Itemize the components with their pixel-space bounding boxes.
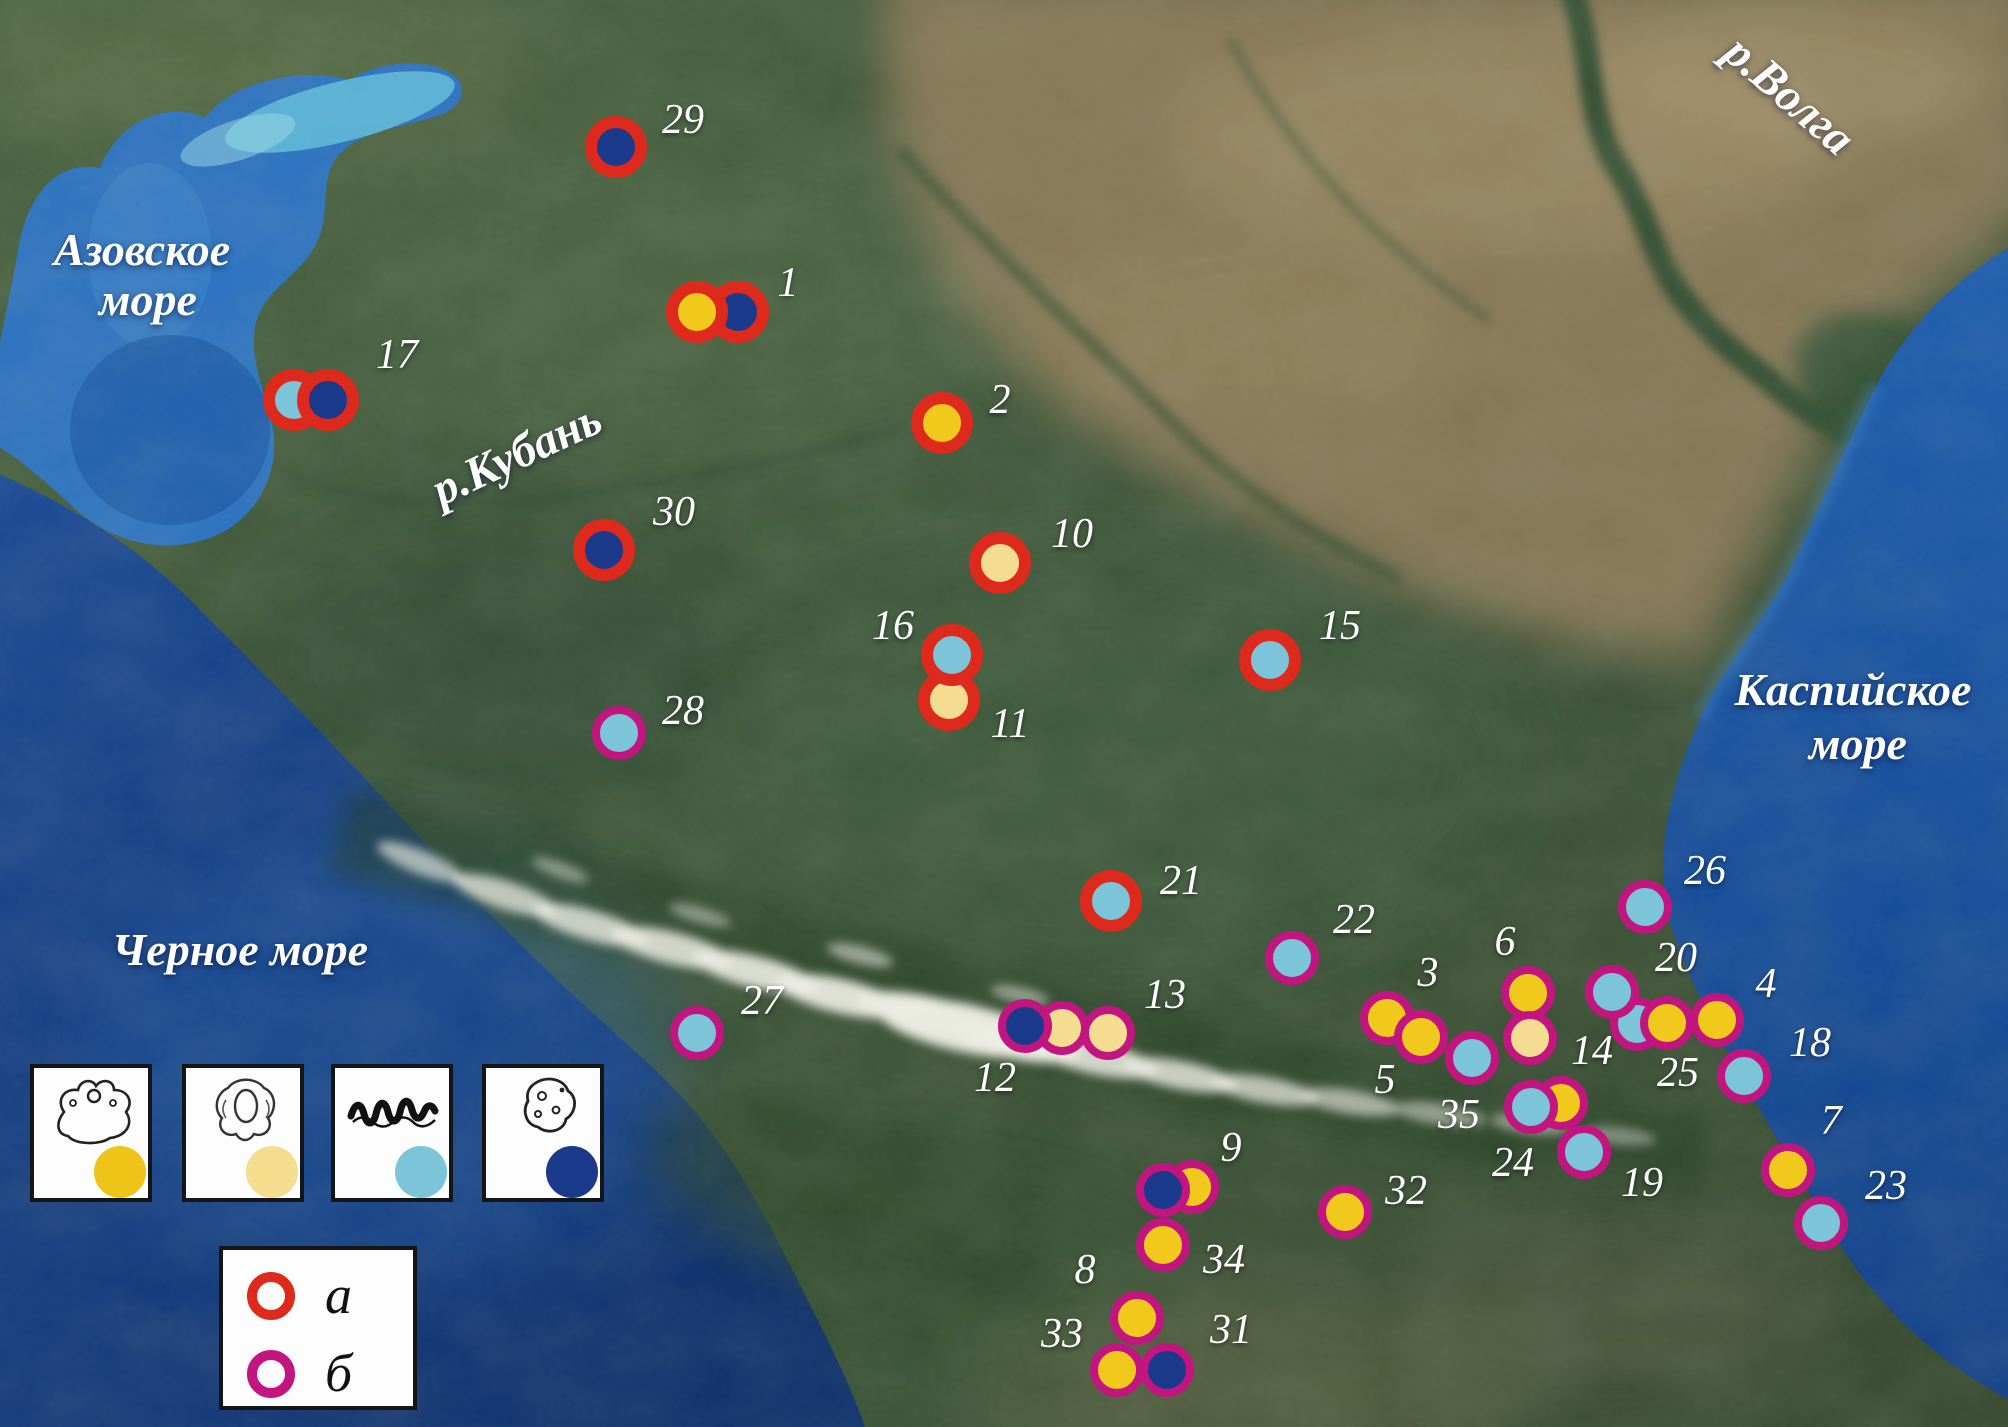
- site-23-marker-blue[interactable]: [1794, 1196, 1848, 1250]
- site-16-marker-blue[interactable]: [921, 624, 983, 686]
- legend-ring-b: [247, 1350, 295, 1398]
- site-26-number-label: 26: [1684, 850, 1726, 892]
- site-5-marker-gold[interactable]: [1394, 1010, 1448, 1064]
- site-19-number-label: 19: [1621, 1162, 1663, 1204]
- legend-box-gold: [30, 1064, 152, 1202]
- site-8-marker-gold[interactable]: [1110, 1291, 1164, 1345]
- site-9-marker-navy[interactable]: [1136, 1163, 1190, 1217]
- site-31-number-label: 31: [1210, 1309, 1252, 1351]
- caucasus-sites-map: Азовскоеморер.Кубаньр.ВолгаЧерное мореКа…: [0, 0, 2008, 1427]
- site-4-number-label: 4: [1756, 963, 1777, 1005]
- site-18-marker-blue[interactable]: [1717, 1049, 1771, 1103]
- site-18-number-label: 18: [1789, 1022, 1831, 1064]
- legend-box-navy: [482, 1064, 604, 1202]
- site-1-marker-gold[interactable]: [666, 281, 728, 343]
- legend-circle-pale-yellow: [246, 1146, 298, 1198]
- site-20-marker-blue[interactable]: [1585, 965, 1639, 1019]
- site-10-number-label: 10: [1051, 513, 1093, 555]
- vertebra-sketch: [192, 1072, 300, 1146]
- legend-ring-a: [247, 1272, 295, 1320]
- molar-tooth-sketch: [40, 1072, 148, 1146]
- site-26-marker-blue[interactable]: [1618, 880, 1672, 934]
- site-22-marker-blue[interactable]: [1265, 931, 1319, 985]
- site-29-marker-navy[interactable]: [585, 116, 647, 178]
- site-22-number-label: 22: [1333, 899, 1375, 941]
- site-33-marker-gold[interactable]: [1090, 1343, 1144, 1397]
- site-28-number-label: 28: [662, 690, 704, 732]
- site-12-marker-navy[interactable]: [998, 999, 1052, 1053]
- site-25-marker-gold[interactable]: [1640, 996, 1694, 1050]
- site-4-marker-gold[interactable]: [1690, 993, 1744, 1047]
- site-35-marker-blue[interactable]: [1445, 1031, 1499, 1085]
- site-15-number-label: 15: [1319, 605, 1361, 647]
- site-2-marker-gold[interactable]: [911, 392, 973, 454]
- site-10-marker-pale[interactable]: [969, 532, 1031, 594]
- site-7-number-label: 7: [1821, 1100, 1842, 1142]
- legend-circle-gold: [94, 1146, 146, 1198]
- legend-box-light-blue: [331, 1064, 453, 1202]
- site-30-number-label: 30: [653, 491, 695, 533]
- site-27-marker-blue[interactable]: [670, 1006, 724, 1060]
- site-17-number-label: 17: [376, 334, 418, 376]
- site-30-marker-navy[interactable]: [573, 519, 635, 581]
- site-14-number-label: 14: [1571, 1030, 1613, 1072]
- site-20-number-label: 20: [1655, 937, 1697, 979]
- site-25-number-label: 25: [1657, 1052, 1699, 1094]
- site-15-marker-blue[interactable]: [1239, 629, 1301, 691]
- site-32-marker-gold[interactable]: [1318, 1185, 1372, 1239]
- site-27-number-label: 27: [741, 980, 783, 1022]
- site-34-number-label: 34: [1203, 1239, 1245, 1281]
- site-24-number-label: 24: [1492, 1142, 1534, 1184]
- site-2-number-label: 2: [990, 379, 1011, 421]
- site-35-number-label: 35: [1438, 1094, 1480, 1136]
- tooth-row-sketch: [341, 1072, 449, 1146]
- legend-box-pale-yellow: [182, 1064, 304, 1202]
- bone-fragment-sketch: [492, 1072, 600, 1146]
- site-28-marker-blue[interactable]: [592, 706, 646, 760]
- site-32-number-label: 32: [1385, 1170, 1427, 1212]
- site-13-marker-pale[interactable]: [1081, 1006, 1135, 1060]
- site-33-number-label: 33: [1041, 1313, 1083, 1355]
- legend-ring-b-label: б: [325, 1346, 352, 1400]
- site-7-marker-gold[interactable]: [1761, 1143, 1815, 1197]
- site-19-marker-blue[interactable]: [1557, 1125, 1611, 1179]
- legend-circle-navy: [546, 1146, 598, 1198]
- site-11-number-label: 11: [991, 703, 1030, 745]
- site-17-marker-navy[interactable]: [297, 369, 359, 431]
- site-31-marker-navy[interactable]: [1140, 1343, 1194, 1397]
- site-9-number-label: 9: [1221, 1127, 1242, 1169]
- site-13-number-label: 13: [1144, 974, 1186, 1016]
- site-34-marker-gold[interactable]: [1136, 1218, 1190, 1272]
- site-16-number-label: 16: [872, 605, 914, 647]
- site-8-number-label: 8: [1075, 1249, 1096, 1291]
- legend-ring-box: а б: [219, 1246, 417, 1410]
- site-12-number-label: 12: [974, 1057, 1016, 1099]
- site-markers-layer: 2911723010111615212827221213353561424192…: [0, 0, 2008, 1427]
- site-24-marker-blue[interactable]: [1504, 1080, 1558, 1134]
- site-14-marker-pale[interactable]: [1503, 1011, 1557, 1065]
- site-1-number-label: 1: [778, 262, 799, 304]
- site-21-number-label: 21: [1160, 860, 1202, 902]
- site-6-number-label: 6: [1495, 921, 1516, 963]
- site-3-number-label: 3: [1418, 952, 1439, 994]
- site-21-marker-blue[interactable]: [1080, 870, 1142, 932]
- legend-circle-light-blue: [395, 1146, 447, 1198]
- site-23-number-label: 23: [1865, 1165, 1907, 1207]
- legend-ring-a-label: а: [325, 1268, 352, 1322]
- site-29-number-label: 29: [662, 99, 704, 141]
- site-5-number-label: 5: [1375, 1059, 1396, 1101]
